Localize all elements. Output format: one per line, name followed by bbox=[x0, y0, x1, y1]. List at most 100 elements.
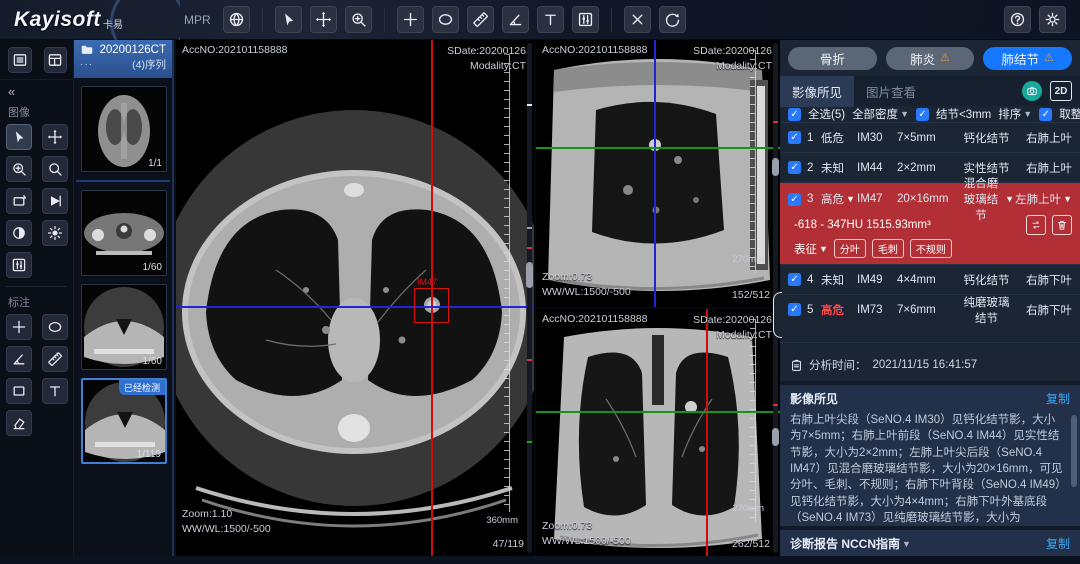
contrast-icon bbox=[11, 225, 27, 241]
zoom-in-tool-button[interactable] bbox=[6, 156, 32, 182]
crosshair-tool-button[interactable] bbox=[6, 314, 32, 340]
rotate-tool-button[interactable] bbox=[6, 188, 32, 214]
nodule-location-dropdown[interactable]: 左肺上叶▼ bbox=[1014, 191, 1072, 207]
nodule-size: 20×16mm bbox=[897, 193, 959, 205]
tab-lung-nodule[interactable]: 肺结节 ⚠ bbox=[983, 47, 1072, 70]
reset-view-button[interactable] bbox=[659, 6, 686, 33]
copy-report-button[interactable]: 复制 bbox=[1046, 535, 1070, 552]
select-tool-button[interactable] bbox=[6, 124, 32, 150]
layout-button[interactable] bbox=[44, 47, 68, 73]
nodule-row-1[interactable]: ✓ 1 低危 IM30 7×5mm 钙化结节 右肺上叶 bbox=[780, 122, 1080, 152]
nodule-checkbox[interactable]: ✓ bbox=[788, 273, 801, 286]
nodule-row-5[interactable]: ✓ 5 高危 IM73 7×6mm 纯磨玻璃结节 右肺下叶 bbox=[780, 294, 1080, 324]
nodule-roi-box[interactable]: IM47 bbox=[414, 288, 449, 323]
collapse-rail-button[interactable]: « bbox=[0, 80, 73, 101]
cine-play-button[interactable] bbox=[42, 188, 68, 214]
nodule-row-2[interactable]: ✓ 2 未知 IM44 2×2mm 实性结节 右肺上叶 bbox=[780, 152, 1080, 182]
small-nodule-checkbox[interactable]: ✓ bbox=[916, 108, 929, 121]
thumbnail-scout[interactable]: 1/1 bbox=[81, 86, 167, 172]
transfer-nodule-button[interactable] bbox=[1026, 215, 1046, 235]
nodule-checkbox[interactable]: ✓ bbox=[788, 131, 801, 144]
settings-button[interactable] bbox=[1039, 6, 1066, 33]
magnify-tool-button[interactable] bbox=[42, 156, 68, 182]
sagittal-crosshair-vertical[interactable] bbox=[654, 40, 656, 307]
brightness-tool-button[interactable] bbox=[42, 220, 68, 246]
thumbnail-series-2[interactable]: 1/60 bbox=[81, 190, 167, 276]
text-tool-button[interactable] bbox=[537, 6, 564, 33]
pan-tool-button[interactable] bbox=[42, 124, 68, 150]
2d-mode-button[interactable]: 2D bbox=[1050, 81, 1072, 101]
sagittal-study-date: SDate:20200126 bbox=[693, 44, 772, 59]
sagittal-slice-scrollbar[interactable] bbox=[773, 43, 778, 304]
series-header[interactable]: 20200126CT ··· (4)序列 bbox=[74, 40, 172, 78]
nodule-checkbox[interactable]: ✓ bbox=[788, 303, 801, 316]
ruler-tool-button[interactable] bbox=[42, 346, 68, 372]
nodule-image-index: IM47 bbox=[857, 193, 897, 205]
axial-slice-scrollbar[interactable] bbox=[527, 43, 532, 553]
sagittal-crosshair-horizontal[interactable] bbox=[536, 147, 780, 149]
snapshot-button[interactable] bbox=[1022, 81, 1042, 101]
nodule-checkbox[interactable]: ✓ bbox=[788, 161, 801, 174]
tab-pneumonia[interactable]: 肺炎 ⚠ bbox=[886, 47, 975, 70]
angle-tool-button[interactable] bbox=[6, 346, 32, 372]
contrast-tool-button[interactable] bbox=[6, 220, 32, 246]
text-tool-button[interactable] bbox=[42, 378, 68, 404]
subtab-image-review[interactable]: 图片查看 bbox=[854, 76, 928, 107]
nodule-risk-dropdown[interactable]: 高危▼ bbox=[821, 191, 857, 207]
delete-nodule-button[interactable] bbox=[1052, 215, 1072, 235]
thumbnail-series-4-selected[interactable]: 已经检测 1/119 bbox=[81, 378, 167, 464]
feature-chip[interactable]: 分叶 bbox=[834, 239, 866, 258]
help-button[interactable] bbox=[1004, 6, 1031, 33]
scrollbar-thumb[interactable] bbox=[772, 428, 779, 446]
pan-tool-button[interactable] bbox=[310, 6, 337, 33]
nodule-location: 左肺上叶 bbox=[1015, 191, 1061, 207]
ellipse-tool-button[interactable] bbox=[432, 6, 459, 33]
sort-dropdown[interactable]: 排序▼ bbox=[998, 106, 1032, 122]
coronal-viewport[interactable]: 270mm AccNO:202101158888 SDate:20200126 … bbox=[536, 309, 780, 556]
feature-chip[interactable]: 不规则 bbox=[910, 239, 952, 258]
nodule-risk: 高危 bbox=[821, 302, 857, 318]
scrollbar-thumb[interactable] bbox=[772, 158, 779, 176]
thumbnail-series-3[interactable]: 1/60 bbox=[81, 284, 167, 370]
zoom-tool-button[interactable] bbox=[345, 6, 372, 33]
coronal-crosshair-horizontal[interactable] bbox=[536, 411, 780, 413]
clear-annotations-button[interactable] bbox=[624, 6, 651, 33]
series-list-button[interactable] bbox=[8, 47, 32, 73]
panel-collapse-handle[interactable] bbox=[773, 292, 782, 338]
coronal-crosshair-vertical[interactable] bbox=[706, 309, 708, 556]
coronal-slice-scrollbar[interactable] bbox=[773, 312, 778, 553]
select-tool-button[interactable] bbox=[275, 6, 302, 33]
nodule-row-3-selected[interactable]: ✓ 3 高危▼ IM47 20×16mm 混合磨玻璃结节▼ 左肺上叶▼ -618… bbox=[780, 182, 1080, 264]
crosshair-tool-button[interactable] bbox=[397, 6, 424, 33]
series-more-button[interactable]: ··· bbox=[80, 59, 93, 70]
rectangle-tool-button[interactable] bbox=[6, 378, 32, 404]
angle-tool-button[interactable] bbox=[502, 6, 529, 33]
sagittal-viewport[interactable]: 270mm AccNO:202101158888 SDate:20200126 … bbox=[536, 40, 780, 307]
coronal-modality: Modality:CT bbox=[693, 328, 772, 343]
ruler-tool-button[interactable] bbox=[467, 6, 494, 33]
axial-crosshair-horizontal[interactable] bbox=[176, 306, 534, 308]
cursor-icon bbox=[280, 11, 297, 28]
feature-dropdown[interactable]: 表征▼ bbox=[794, 241, 828, 257]
coronal-slice-position: 262/512 bbox=[732, 538, 770, 550]
round-checkbox[interactable]: ✓ bbox=[1039, 108, 1052, 121]
findings-scrollbar[interactable] bbox=[1071, 415, 1077, 487]
window-level-button[interactable] bbox=[572, 6, 599, 33]
select-all-checkbox[interactable]: ✓ bbox=[788, 108, 801, 121]
analysis-time-label: 分析时间： bbox=[809, 357, 867, 373]
nodule-type-dropdown[interactable]: 混合磨玻璃结节▼ bbox=[959, 175, 1014, 223]
axial-viewport[interactable]: IM47 360mm AccNO:202101158888 SDate:2020… bbox=[176, 40, 534, 556]
mpr-button[interactable] bbox=[223, 6, 250, 33]
eraser-tool-button[interactable] bbox=[6, 410, 32, 436]
window-level-button[interactable] bbox=[6, 252, 32, 278]
report-guideline-dropdown[interactable]: 诊断报告 NCCN指南▼ bbox=[790, 535, 911, 552]
subtab-findings[interactable]: 影像所见 bbox=[780, 76, 854, 107]
density-filter-dropdown[interactable]: 全部密度▼ bbox=[852, 106, 909, 122]
scrollbar-thumb[interactable] bbox=[526, 262, 533, 288]
tab-fracture[interactable]: 骨折 bbox=[788, 47, 877, 70]
copy-findings-button[interactable]: 复制 bbox=[1046, 390, 1070, 407]
nodule-checkbox[interactable]: ✓ bbox=[788, 193, 801, 206]
feature-chip[interactable]: 毛刺 bbox=[872, 239, 904, 258]
ellipse-tool-button[interactable] bbox=[42, 314, 68, 340]
nodule-row-4[interactable]: ✓ 4 未知 IM49 4×4mm 钙化结节 右肺下叶 bbox=[780, 264, 1080, 294]
